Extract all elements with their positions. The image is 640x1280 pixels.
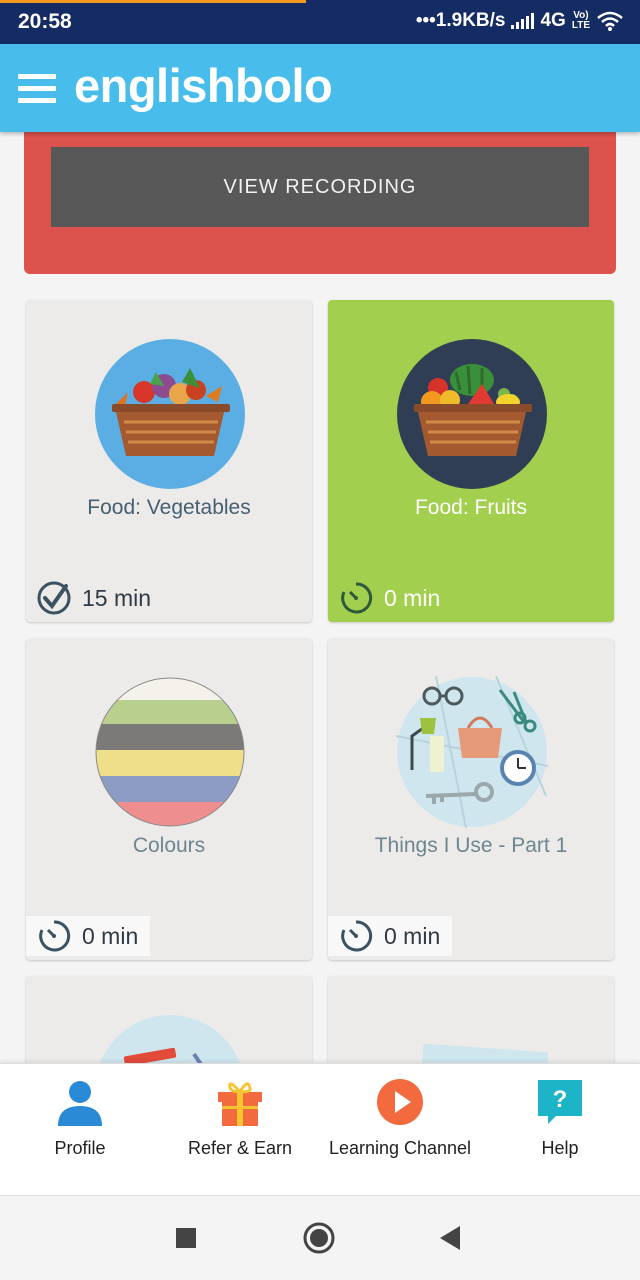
nav-label: Refer & Earn	[187, 1138, 293, 1158]
fruit-basket-icon	[397, 339, 547, 489]
topic-duration: 15 min	[26, 578, 163, 618]
topic-duration: 0 min	[328, 916, 453, 956]
nav-refer-earn[interactable]: Refer & Earn	[160, 1064, 320, 1196]
topic-card-things-i-use[interactable]: Things I Use - Part 1 0 min	[328, 638, 614, 960]
network-speed: •••1.9KB/s	[415, 10, 506, 31]
recording-banner: VIEW RECORDING	[24, 120, 616, 274]
topic-title: Food: Vegetables	[87, 496, 251, 519]
timer-icon	[39, 920, 71, 952]
nav-help[interactable]: ? Help	[480, 1064, 640, 1196]
recent-apps-icon[interactable]	[168, 1220, 204, 1256]
app-logo: englishbolo	[74, 59, 333, 112]
topic-card-colours[interactable]: Colours 0 min	[26, 638, 312, 960]
timer-icon	[341, 920, 373, 952]
app-bar: englishbolo	[0, 44, 640, 132]
status-indicators: •••1.9KB/s 4G Vo) LTE	[416, 10, 624, 32]
topic-title: Colours	[132, 834, 206, 857]
play-icon	[377, 1079, 423, 1125]
bottom-navigation: Profile Refer & Earn Learning Channel ? …	[0, 1063, 640, 1195]
nav-label: Learning Channel	[328, 1138, 472, 1158]
status-bar: 20:58 •••1.9KB/s 4G Vo) LTE	[0, 0, 640, 44]
nav-profile[interactable]: Profile	[0, 1064, 160, 1196]
hamburger-menu-icon[interactable]	[18, 72, 58, 106]
view-recording-button[interactable]: VIEW RECORDING	[51, 147, 589, 227]
svg-text:?: ?	[553, 1086, 568, 1113]
network-type: 4G	[540, 10, 566, 31]
system-navigation-bar	[0, 1195, 640, 1280]
profile-icon	[58, 1081, 102, 1126]
timer-icon	[341, 582, 373, 614]
household-objects-icon	[396, 676, 548, 828]
topic-title: Things I Use - Part 1	[374, 834, 568, 857]
signal-strength-icon	[511, 13, 535, 29]
help-icon: ?	[538, 1080, 582, 1124]
topic-duration: 0 min	[26, 916, 151, 956]
topic-card-fruits[interactable]: Food: Fruits 0 min	[328, 300, 614, 622]
topic-duration: 0 min	[328, 578, 452, 618]
loading-progress-bar	[0, 0, 306, 3]
gift-icon	[218, 1082, 262, 1126]
colour-stripes-icon	[95, 677, 245, 827]
nav-learning-channel[interactable]: Learning Channel	[320, 1064, 480, 1196]
nav-label: Profile	[54, 1138, 106, 1158]
volte-icon: Vo) LTE	[571, 10, 590, 31]
topic-card-vegetables[interactable]: Food: Vegetables 15 min	[26, 300, 312, 622]
back-icon[interactable]	[432, 1220, 468, 1256]
wifi-icon	[597, 11, 623, 31]
check-icon	[37, 581, 71, 615]
vegetable-basket-icon	[95, 339, 245, 489]
topic-title: Food: Fruits	[414, 496, 528, 519]
nav-label: Help	[541, 1138, 579, 1158]
status-time: 20:58	[18, 10, 72, 33]
home-icon[interactable]	[301, 1220, 337, 1256]
